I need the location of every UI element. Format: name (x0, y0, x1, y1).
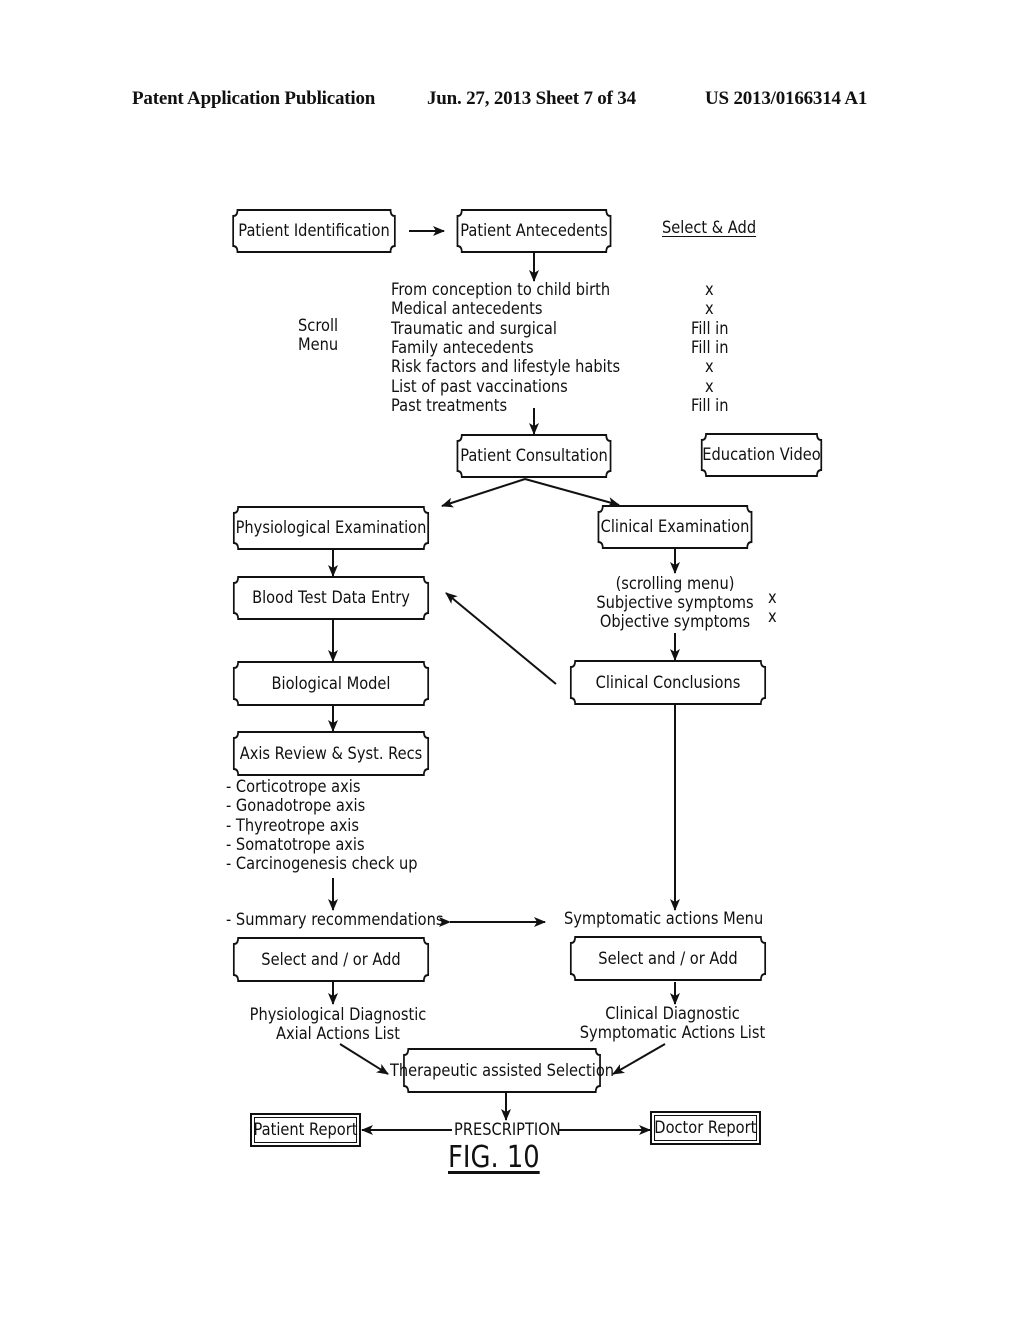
clinical-menu-item: Objective symptoms (599, 612, 751, 632)
node-clinical-conclusions: Clinical Conclusions (569, 660, 767, 705)
node-label: Patient Identification (238, 221, 390, 241)
menu-action: Fill in (691, 338, 729, 358)
node-clinical-examination: Clinical Examination (597, 505, 753, 549)
date-sheet-label: Jun. 27, 2013 Sheet 7 of 34 (427, 88, 636, 109)
node-label: Patient Consultation (460, 446, 608, 466)
figure-label: FIG. 10 (448, 1140, 540, 1175)
clinical-diagnostic-line2: Symptomatic Actions List (579, 1023, 766, 1043)
summary-recommendations: - Summary recommendations (226, 910, 444, 930)
node-physiological-examination: Physiological Examination (232, 506, 430, 550)
node-doctor-report: Doctor Report (650, 1111, 761, 1145)
arrow-conclusions-to-blood-test (445, 592, 557, 685)
select-add-header: Select & Add (662, 218, 757, 238)
node-therapeutic-assisted-selection: Therapeutic assisted Selection (390, 1048, 614, 1093)
axis-item: - Corticotrope axis (226, 777, 361, 797)
node-label: Physiological Examination (235, 518, 427, 538)
node-label: Doctor Report (654, 1118, 757, 1138)
menu-item: Medical antecedents (391, 299, 543, 319)
menu-item: Risk factors and lifestyle habits (391, 357, 621, 377)
physiological-diagnostic-line2: Axial Actions List (275, 1024, 401, 1044)
clinical-menu-item: Subjective symptoms (596, 593, 754, 613)
scroll-menu-label-line1: Scroll (298, 316, 339, 336)
axis-item: - Somatotrope axis (226, 835, 365, 855)
node-label: Therapeutic assisted Selection (389, 1060, 615, 1081)
node-patient-report: Patient Report (250, 1113, 361, 1147)
arrow-consultation-to-clinical (524, 478, 620, 507)
menu-item: List of past vaccinations (391, 377, 568, 397)
node-label: Patient Report (253, 1120, 358, 1140)
menu-action: Fill in (691, 396, 729, 416)
node-label: Blood Test Data Entry (252, 588, 410, 608)
node-label: Axis Review & Syst. Recs (239, 743, 423, 764)
node-patient-antecedents: Patient Antecedents (456, 209, 612, 253)
axis-item: - Carcinogenesis check up (226, 854, 418, 874)
axis-item: - Thyreotrope axis (226, 816, 359, 836)
node-label: Select and / or Add (598, 948, 738, 969)
node-patient-identification: Patient Identification (232, 209, 396, 253)
node-label: Biological Model (271, 673, 391, 694)
node-biological-model: Biological Model (232, 661, 430, 706)
publication-label: Patent Application Publication (132, 88, 376, 109)
node-blood-test-data-entry: Blood Test Data Entry (232, 576, 430, 620)
arrow-physiological-diag-to-therapeutic (339, 1043, 389, 1075)
menu-item: From conception to child birth (391, 280, 611, 300)
node-select-add-right: Select and / or Add (569, 936, 767, 981)
node-axis-review: Axis Review & Syst. Recs (232, 731, 430, 776)
menu-action: x (705, 377, 714, 397)
node-label: Clinical Examination (600, 517, 750, 537)
node-education-video: Education Video (700, 433, 823, 477)
menu-action: x (705, 280, 714, 300)
symptomatic-actions-menu: Symptomatic actions Menu (564, 909, 764, 929)
arrow-consultation-to-physiological (441, 478, 526, 508)
menu-action: Fill in (691, 319, 729, 339)
menu-action: x (705, 299, 714, 319)
clinical-menu-action: x (768, 588, 777, 608)
axis-item: - Gonadotrope axis (226, 796, 366, 816)
clinical-diagnostic-line1: Clinical Diagnostic (605, 1004, 740, 1024)
menu-item: Traumatic and surgical (391, 319, 557, 339)
node-patient-consultation: Patient Consultation (456, 434, 612, 478)
node-label: Patient Antecedents (460, 221, 608, 241)
scroll-menu-label-line2: Menu (298, 335, 339, 355)
physiological-diagnostic-line1: Physiological Diagnostic (249, 1005, 427, 1025)
menu-action: x (705, 357, 714, 377)
node-select-add-left: Select and / or Add (232, 937, 430, 982)
patent-number: US 2013/0166314 A1 (705, 88, 868, 109)
node-label: Select and / or Add (261, 949, 401, 970)
clinical-menu-action: x (768, 607, 777, 627)
prescription-label: PRESCRIPTION (454, 1120, 561, 1140)
node-label: Education Video (702, 445, 821, 465)
node-label: Clinical Conclusions (595, 672, 741, 693)
menu-item: Family antecedents (391, 338, 534, 358)
arrow-clinical-diag-to-therapeutic (612, 1043, 666, 1075)
menu-item: Past treatments (391, 396, 508, 416)
clinical-menu-title: (scrolling menu) (615, 574, 735, 594)
